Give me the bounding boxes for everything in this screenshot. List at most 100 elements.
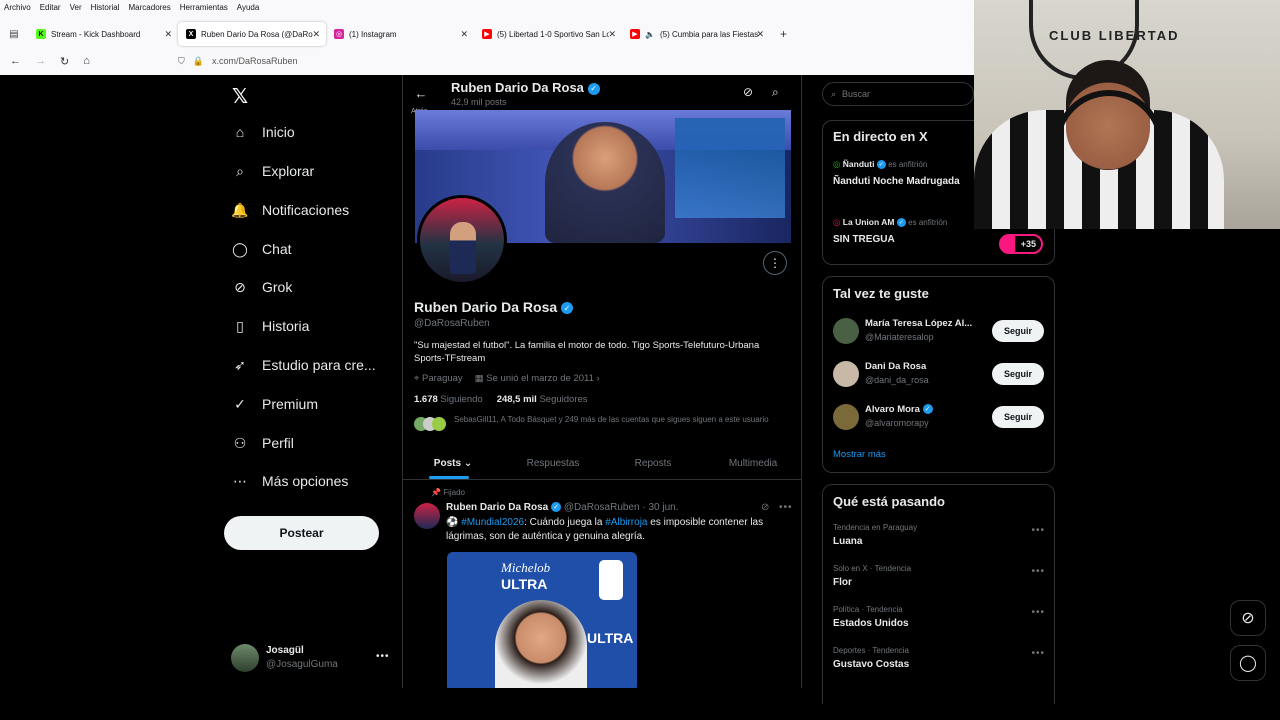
- url-text: x.com/DaRosaRuben: [211, 56, 298, 66]
- tab-title: (1) Instagram: [349, 29, 397, 39]
- speaker-icon[interactable]: 🔈: [645, 30, 655, 39]
- header-name: Ruben Dario Da Rosa: [451, 80, 584, 95]
- search-input[interactable]: ⌕ Buscar: [822, 82, 974, 106]
- live-more-badge[interactable]: +35: [999, 234, 1043, 254]
- chat-bubble-icon: ◯: [1239, 655, 1257, 672]
- nav-item-notificaciones[interactable]: 🔔 Notificaciones: [231, 202, 349, 219]
- tab-posts[interactable]: Posts ⌄: [403, 448, 503, 479]
- more-options-icon[interactable]: ⋮: [763, 251, 787, 275]
- profile-name-wrap: Ruben Dario Da Rosa ✓: [414, 299, 574, 315]
- tweet-media[interactable]: Michelob ULTRA ULTRA: [447, 552, 637, 688]
- nav-item-más-opciones[interactable]: ⋯ Más opciones: [232, 473, 348, 490]
- browser-tab[interactable]: ▶ 🔈 (5) Cumbia para las Fiestas ✕: [622, 22, 770, 46]
- more-icon[interactable]: •••: [1031, 525, 1045, 536]
- menu-ver[interactable]: Ver: [70, 3, 82, 12]
- account-switcher[interactable]: Josagül @JosagulGuma •••: [231, 644, 396, 674]
- trend-item[interactable]: Tendencia en Paraguay Luana •••: [833, 523, 1045, 547]
- forward-arrow-icon[interactable]: →: [35, 55, 46, 67]
- followers-link[interactable]: 248,5 mil Seguidores: [497, 394, 588, 405]
- nav-item-perfil[interactable]: ⚇ Perfil: [232, 434, 294, 452]
- grok-analyze-icon[interactable]: ⊘: [743, 85, 753, 99]
- x-logo-icon[interactable]: 𝕏: [232, 84, 248, 109]
- trend-name: Gustavo Costas: [833, 659, 910, 670]
- back-arrow-icon[interactable]: ←: [10, 55, 21, 67]
- menu-marcadores[interactable]: Marcadores: [129, 3, 171, 12]
- close-icon[interactable]: ✕: [460, 29, 468, 40]
- show-more-link[interactable]: Mostrar más: [833, 449, 886, 460]
- nav-item-inicio[interactable]: ⌂ Inicio: [232, 124, 295, 140]
- avatar: [833, 318, 859, 344]
- avatar[interactable]: [414, 503, 440, 529]
- close-icon[interactable]: ✕: [312, 29, 320, 40]
- follow-button[interactable]: Seguir: [992, 406, 1044, 428]
- menu-editar[interactable]: Editar: [40, 3, 61, 12]
- menu-ayuda[interactable]: Ayuda: [237, 3, 260, 12]
- close-icon[interactable]: ✕: [756, 29, 764, 40]
- grok-icon[interactable]: ⊘: [761, 502, 769, 513]
- close-icon[interactable]: ✕: [164, 29, 172, 40]
- hashtag-link[interactable]: #Mundial2026: [461, 517, 524, 528]
- browser-tab[interactable]: ◎ (1) Instagram ✕: [326, 22, 474, 46]
- suggest-item[interactable]: Alvaro Mora ✓ @alvaromorapy Seguir: [823, 403, 1054, 433]
- media-brand-2: ULTRA: [501, 576, 548, 592]
- close-icon[interactable]: ✕: [608, 29, 616, 40]
- menu-herramientas[interactable]: Herramientas: [180, 3, 228, 12]
- trend-item[interactable]: Deportes · Tendencia Gustavo Costas •••: [833, 646, 1045, 670]
- url-bar[interactable]: ⛉ 🔒 x.com/DaRosaRuben: [178, 50, 298, 72]
- new-tab-icon[interactable]: +: [780, 27, 787, 41]
- verified-icon: ✓: [896, 218, 906, 228]
- follow-button[interactable]: Seguir: [992, 320, 1044, 342]
- trend-context: Política · Tendencia: [833, 605, 903, 614]
- nav-item-explorar[interactable]: ⌕ Explorar: [232, 163, 314, 180]
- verified-icon: ✓: [922, 404, 933, 415]
- back-icon[interactable]: ←: [411, 83, 431, 103]
- more-icon[interactable]: •••: [376, 651, 390, 662]
- more-icon[interactable]: •••: [1031, 648, 1045, 659]
- tab-reposts[interactable]: Reposts: [603, 448, 703, 479]
- tab-multimedia[interactable]: Multimedia: [703, 448, 801, 479]
- browser-tab[interactable]: ▶ (5) Libertad 1-0 Sportivo San Lo ✕: [474, 22, 622, 46]
- tweet-text-prefix: ⚽: [446, 517, 462, 528]
- tab-respuestas[interactable]: Respuestas: [503, 448, 603, 479]
- nav-item-grok[interactable]: ⊘ Grok: [232, 279, 292, 296]
- suggest-item[interactable]: Dani Da Rosa @dani_da_rosa Seguir: [823, 360, 1054, 390]
- nav-label: Estudio para cre...: [262, 357, 376, 373]
- grok-float-button[interactable]: ⊘: [1230, 600, 1266, 636]
- follow-button[interactable]: Seguir: [992, 363, 1044, 385]
- tweet-author[interactable]: Ruben Dario Da Rosa: [446, 502, 548, 513]
- following-link[interactable]: 1.678 Siguiendo: [414, 394, 483, 405]
- hashtag-link[interactable]: #Albirroja: [605, 517, 647, 528]
- verified-icon: ✓: [551, 502, 562, 513]
- joined: Se unió el marzo de 2011: [486, 373, 594, 384]
- profile-meta: ⌖ Paraguay ▦ Se unió el marzo de 2011 ›: [414, 373, 600, 384]
- joined-wrap[interactable]: ▦ Se unió el marzo de 2011 ›: [475, 373, 600, 384]
- profile-avatar[interactable]: [417, 195, 507, 285]
- more-icon[interactable]: •••: [779, 502, 793, 513]
- nav-item-chat[interactable]: ◯ Chat: [232, 240, 291, 258]
- suggest-item[interactable]: María Teresa López Al... @Mariateresalop…: [823, 317, 1054, 347]
- menu-archivo[interactable]: Archivo: [4, 3, 31, 12]
- browser-tab-active[interactable]: X Ruben Dario Da Rosa (@DaRos ✕: [178, 22, 326, 46]
- chat-icon: ◯: [232, 240, 248, 257]
- more-icon[interactable]: •••: [1031, 607, 1045, 618]
- nav-label: Historia: [262, 318, 310, 334]
- trend-item[interactable]: Política · Tendencia Estados Unidos •••: [833, 605, 1045, 629]
- home-browser-icon[interactable]: ⌂: [83, 55, 90, 67]
- menu-historial[interactable]: Historial: [91, 3, 120, 12]
- person-icon: ⚇: [233, 434, 247, 451]
- followers-label: Seguidores: [539, 394, 588, 405]
- profile-bio: "Su majestad el futbol". La familia el m…: [414, 340, 760, 364]
- tab-list-icon[interactable]: ▤: [0, 29, 28, 40]
- nav-item-estudio-para-cre[interactable]: ➶ Estudio para cre...: [232, 357, 376, 374]
- live-host: Ñanduti: [842, 159, 875, 169]
- nav-item-historia[interactable]: ▯ Historia: [232, 318, 310, 335]
- browser-tab[interactable]: K Stream - Kick Dashboard ✕: [28, 22, 178, 46]
- reload-icon[interactable]: ↻: [60, 55, 69, 68]
- search-icon[interactable]: ⌕: [772, 85, 779, 100]
- post-button[interactable]: Postear: [224, 516, 379, 550]
- nav-item-premium[interactable]: ✓ Premium: [232, 396, 318, 413]
- more-icon[interactable]: •••: [1031, 566, 1045, 577]
- followed-by-text[interactable]: SebasGill11, A Todo Básquet y 249 más de…: [454, 415, 774, 425]
- trend-item[interactable]: Solo en X · Tendencia Flor •••: [833, 564, 1045, 588]
- chat-float-button[interactable]: ◯: [1230, 645, 1266, 681]
